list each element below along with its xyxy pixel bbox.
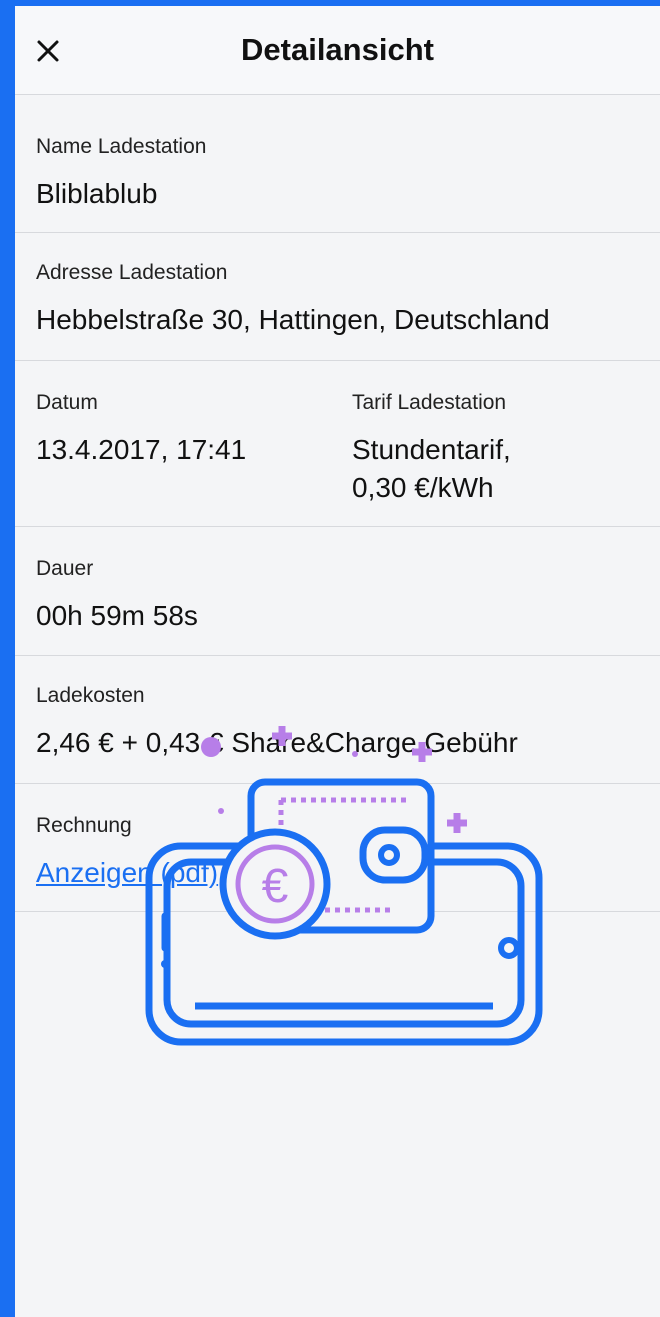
wallet-phone-euro-icon: € <box>145 726 543 1046</box>
tariff-value-line1: Stundentarif, <box>352 434 511 465</box>
date-value: 13.4.2017, 17:41 <box>36 434 247 465</box>
tariff-label: Tarif Ladestation <box>352 391 507 414</box>
tariff-value-line2: 0,30 €/kWh <box>352 472 494 503</box>
invoice-label: Rechnung <box>36 814 132 837</box>
navigation-bar: Detailansicht <box>15 6 660 95</box>
date-tariff-section: Datum 13.4.2017, 17:41 Tarif Ladestation… <box>15 361 660 527</box>
address-section: Adresse Ladestation Hebbelstraße 30, Hat… <box>15 233 660 361</box>
address-value: Hebbelstraße 30, Hattingen, Deutschland <box>36 304 550 335</box>
duration-section: Dauer 00h 59m 58s <box>15 527 660 656</box>
costs-label: Ladekosten <box>36 684 145 707</box>
duration-label: Dauer <box>36 557 94 580</box>
detail-sheet: Detailansicht Name Ladestation Bliblablu… <box>15 6 660 1317</box>
name-label: Name Ladestation <box>36 135 207 158</box>
name-value: Bliblablub <box>36 178 158 209</box>
window-frame-left <box>0 0 15 1317</box>
name-section: Name Ladestation Bliblablub <box>15 95 660 233</box>
svg-text:€: € <box>262 860 289 913</box>
page-title: Detailansicht <box>241 32 434 67</box>
date-label: Datum <box>36 391 98 414</box>
address-label: Adresse Ladestation <box>36 261 228 284</box>
duration-value: 00h 59m 58s <box>36 600 198 631</box>
